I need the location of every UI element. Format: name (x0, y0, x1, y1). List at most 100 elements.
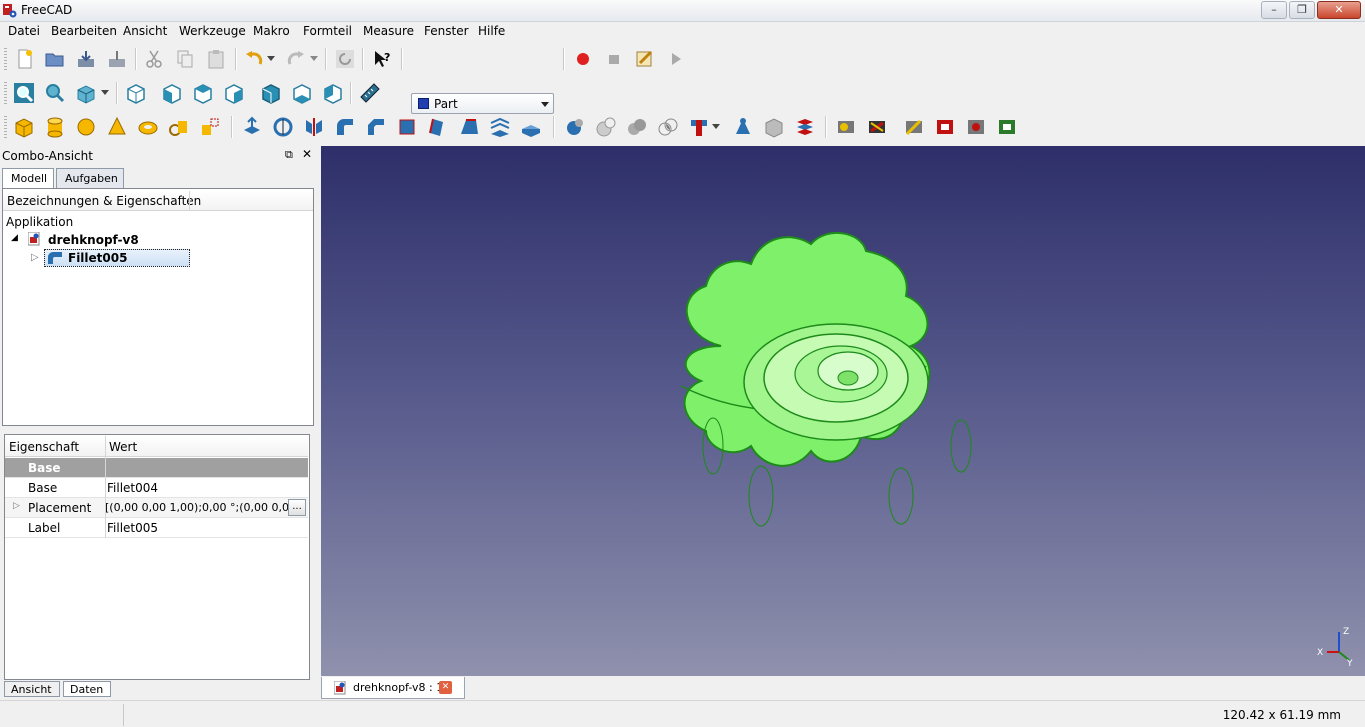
toolbar-view (0, 78, 1365, 108)
menu-formteil[interactable]: Formteil (303, 24, 352, 38)
part-defeaturing-icon[interactable] (762, 115, 786, 139)
part-torus-icon[interactable] (136, 115, 160, 139)
part-cross-section-icon[interactable] (865, 115, 889, 139)
part-chamfer-icon[interactable] (364, 115, 388, 139)
save-as-icon[interactable] (105, 47, 129, 71)
property-group-row[interactable]: Base (5, 458, 308, 478)
copy-icon[interactable] (173, 47, 197, 71)
close-panel-icon[interactable]: ✕ (302, 147, 312, 161)
part-sphere-icon[interactable] (74, 115, 98, 139)
join-dropdown-icon[interactable] (710, 115, 722, 139)
part-loft-icon[interactable] (457, 115, 481, 139)
menu-bearbeiten[interactable]: Bearbeiten (51, 24, 117, 38)
expand-arrow-icon[interactable]: ▷ (13, 501, 20, 511)
fit-selection-icon[interactable] (43, 81, 67, 105)
table-row[interactable]: ▷ Placement [(0,00 0,00 1,00);0,00 °;(0,… (5, 498, 308, 518)
part-thickness-icon[interactable] (933, 115, 957, 139)
tab-modell[interactable]: Modell (2, 168, 54, 189)
menu-datei[interactable]: Datei (8, 24, 40, 38)
axis-cross: Z Y X (1317, 627, 1353, 668)
toolbar-grip[interactable] (4, 116, 7, 138)
tab-daten[interactable]: Daten (63, 681, 111, 697)
part-attachment-icon[interactable] (995, 115, 1019, 139)
macro-run-icon[interactable] (664, 47, 688, 71)
property-header: Eigenschaft Wert (5, 436, 308, 457)
fit-all-icon[interactable] (12, 81, 36, 105)
tab-aufgaben[interactable]: Aufgaben (56, 168, 124, 188)
part-sketch-attach-icon[interactable] (834, 115, 858, 139)
part-projection-icon[interactable] (964, 115, 988, 139)
whats-this-icon[interactable]: ? (370, 47, 394, 71)
view-isometric-icon[interactable] (124, 81, 148, 105)
view-front-icon[interactable] (160, 81, 184, 105)
view-bottom-icon[interactable] (290, 81, 314, 105)
refresh-icon[interactable] (333, 47, 357, 71)
menu-measure[interactable]: Measure (363, 24, 414, 38)
3d-viewport[interactable]: Z Y X (321, 146, 1365, 676)
part-shape-builder-icon[interactable] (198, 115, 222, 139)
value-col-label: Wert (109, 440, 138, 454)
tree-document-label[interactable]: drehknopf-v8 (48, 233, 139, 247)
undo-dropdown-icon[interactable] (265, 47, 277, 71)
menu-hilfe[interactable]: Hilfe (478, 24, 505, 38)
part-join-icon[interactable] (687, 115, 711, 139)
undo-icon[interactable] (242, 47, 266, 71)
expand-arrow-icon[interactable]: ▷ (31, 252, 39, 263)
maximize-button[interactable]: ❐ (1289, 1, 1315, 19)
open-file-icon[interactable] (43, 47, 67, 71)
minimize-button[interactable]: – (1261, 1, 1287, 19)
redo-dropdown-icon[interactable] (308, 47, 320, 71)
tab-ansicht[interactable]: Ansicht (4, 681, 60, 697)
view-right-icon[interactable] (222, 81, 246, 105)
draw-style-dropdown-icon[interactable] (99, 81, 111, 105)
menu-werkzeuge[interactable]: Werkzeuge (179, 24, 246, 38)
part-box-icon[interactable] (12, 115, 36, 139)
new-file-icon[interactable] (13, 47, 37, 71)
save-icon[interactable] (74, 47, 98, 71)
part-mirror-icon[interactable] (302, 115, 326, 139)
part-primitives-icon[interactable] (167, 115, 191, 139)
part-revolve-icon[interactable] (271, 115, 295, 139)
part-common-icon[interactable] (656, 115, 680, 139)
menu-makro[interactable]: Makro (253, 24, 290, 38)
ellipsis-button[interactable]: ... (288, 499, 306, 516)
tree-item-selected[interactable]: Fillet005 (44, 249, 190, 267)
menu-fenster[interactable]: Fenster (424, 24, 469, 38)
macro-edit-icon[interactable] (633, 47, 657, 71)
part-cone-icon[interactable] (105, 115, 129, 139)
close-tab-icon[interactable]: ✕ (439, 681, 452, 694)
redo-icon[interactable] (284, 47, 308, 71)
knob-model[interactable] (321, 146, 1365, 676)
part-make-face-icon[interactable] (395, 115, 419, 139)
part-fuse-icon[interactable] (625, 115, 649, 139)
undock-icon[interactable]: ⧉ (285, 148, 293, 162)
part-ruled-surface-icon[interactable] (426, 115, 450, 139)
part-check-geometry-icon[interactable] (731, 115, 755, 139)
table-row[interactable]: Label Fillet005 (5, 518, 308, 538)
measure-distance-icon[interactable] (358, 81, 382, 105)
part-sweep-icon[interactable] (488, 115, 512, 139)
toolbar-grip[interactable] (4, 48, 7, 70)
paste-icon[interactable] (204, 47, 228, 71)
part-cut-icon[interactable] (594, 115, 618, 139)
tab-document[interactable]: drehknopf-v8 : 1 ✕ (321, 677, 465, 699)
close-button[interactable]: ✕ (1317, 1, 1361, 19)
view-top-icon[interactable] (191, 81, 215, 105)
cut-icon[interactable] (142, 47, 166, 71)
view-left-icon[interactable] (321, 81, 345, 105)
part-cylinder-icon[interactable] (43, 115, 67, 139)
view-rear-icon[interactable] (259, 81, 283, 105)
macro-stop-icon[interactable] (602, 47, 626, 71)
collapse-arrow-icon[interactable]: ◢ (11, 233, 18, 243)
part-offset-icon[interactable] (902, 115, 926, 139)
macro-record-icon[interactable] (571, 47, 595, 71)
part-fillet-icon[interactable] (333, 115, 357, 139)
part-boolean-icon[interactable] (563, 115, 587, 139)
menu-ansicht[interactable]: Ansicht (123, 24, 167, 38)
table-row[interactable]: Base Fillet004 (5, 478, 308, 498)
toolbar-grip[interactable] (4, 82, 7, 104)
draw-style-icon[interactable] (74, 81, 98, 105)
part-split-icon[interactable] (793, 115, 817, 139)
part-section-icon[interactable] (519, 115, 543, 139)
part-extrude-icon[interactable] (240, 115, 264, 139)
